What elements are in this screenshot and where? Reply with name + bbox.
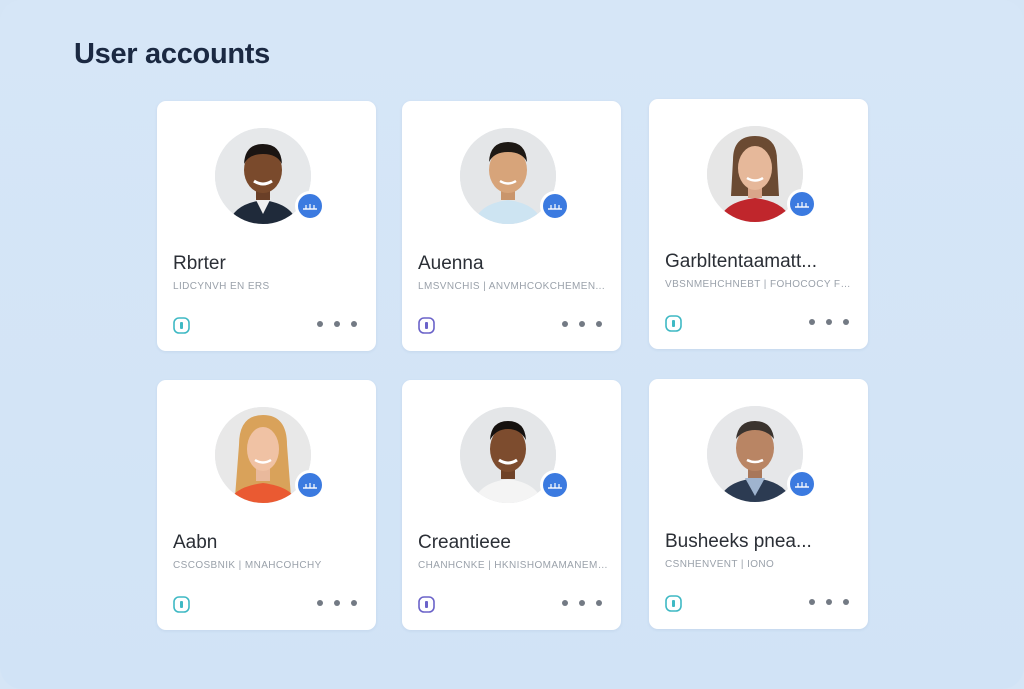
user-subtitle: CSNHENVENT | IONO <box>665 559 775 570</box>
user-name: Creantieee <box>418 532 511 553</box>
more-options-button[interactable] <box>809 312 849 332</box>
user-name: Aabn <box>173 532 218 553</box>
lock-icon[interactable] <box>417 316 436 335</box>
app-window: User accounts Rbrter LIDCYNVH EN ERS Aue… <box>0 0 1024 689</box>
more-dots-icon <box>843 599 849 605</box>
user-card[interactable]: Auenna LMSVNCHIS | ANVMHCOKCHEMEN... <box>402 101 621 351</box>
avatar-container <box>707 406 817 502</box>
avatar-container <box>460 128 570 224</box>
more-dots-icon <box>317 600 323 606</box>
verified-cloud-icon <box>787 469 817 499</box>
user-name: Auenna <box>418 253 484 274</box>
more-options-button[interactable] <box>317 593 357 613</box>
more-dots-icon <box>351 600 357 606</box>
user-name: Busheeks pnea... <box>665 531 812 552</box>
more-dots-icon <box>826 599 832 605</box>
verified-cloud-icon <box>295 470 325 500</box>
more-dots-icon <box>562 321 568 327</box>
lock-icon[interactable] <box>172 316 191 335</box>
page-title: User accounts <box>74 38 270 70</box>
verified-cloud-icon <box>540 191 570 221</box>
user-subtitle: VBSNMEHCHNEBT | FOHOCOCY FOHO... <box>665 279 855 290</box>
more-dots-icon <box>596 321 602 327</box>
user-card[interactable]: Aabn CSCOSBNIK | MNAHCOHCHY <box>157 380 376 630</box>
avatar-container <box>707 126 817 222</box>
user-card[interactable]: Garbltentaamatt... VBSNMEHCHNEBT | FOHOC… <box>649 99 868 349</box>
user-subtitle: LIDCYNVH EN ERS <box>173 281 270 292</box>
more-options-button[interactable] <box>562 314 602 334</box>
avatar-container <box>215 128 325 224</box>
more-dots-icon <box>596 600 602 606</box>
user-name: Rbrter <box>173 253 226 274</box>
more-dots-icon <box>579 321 585 327</box>
more-dots-icon <box>317 321 323 327</box>
user-name: Garbltentaamatt... <box>665 251 818 272</box>
more-dots-icon <box>351 321 357 327</box>
more-dots-icon <box>809 599 815 605</box>
verified-cloud-icon <box>295 191 325 221</box>
user-card[interactable]: Busheeks pnea... CSNHENVENT | IONO <box>649 379 868 629</box>
user-subtitle: LMSVNCHIS | ANVMHCOKCHEMEN... <box>418 281 606 292</box>
more-dots-icon <box>579 600 585 606</box>
lock-icon[interactable] <box>664 594 683 613</box>
verified-cloud-icon <box>787 189 817 219</box>
user-subtitle: CSCOSBNIK | MNAHCOHCHY <box>173 560 322 571</box>
more-options-button[interactable] <box>317 314 357 334</box>
avatar-container <box>460 407 570 503</box>
lock-icon[interactable] <box>172 595 191 614</box>
lock-icon[interactable] <box>664 314 683 333</box>
user-subtitle: CHANHCNKE | HKNISHOMAMANEMI... <box>418 560 608 571</box>
more-dots-icon <box>843 319 849 325</box>
user-card[interactable]: Rbrter LIDCYNVH EN ERS <box>157 101 376 351</box>
more-dots-icon <box>334 600 340 606</box>
more-options-button[interactable] <box>562 593 602 613</box>
verified-cloud-icon <box>540 470 570 500</box>
more-dots-icon <box>809 319 815 325</box>
avatar-container <box>215 407 325 503</box>
more-options-button[interactable] <box>809 592 849 612</box>
more-dots-icon <box>334 321 340 327</box>
user-card[interactable]: Creantieee CHANHCNKE | HKNISHOMAMANEMI..… <box>402 380 621 630</box>
more-dots-icon <box>562 600 568 606</box>
lock-icon[interactable] <box>417 595 436 614</box>
more-dots-icon <box>826 319 832 325</box>
